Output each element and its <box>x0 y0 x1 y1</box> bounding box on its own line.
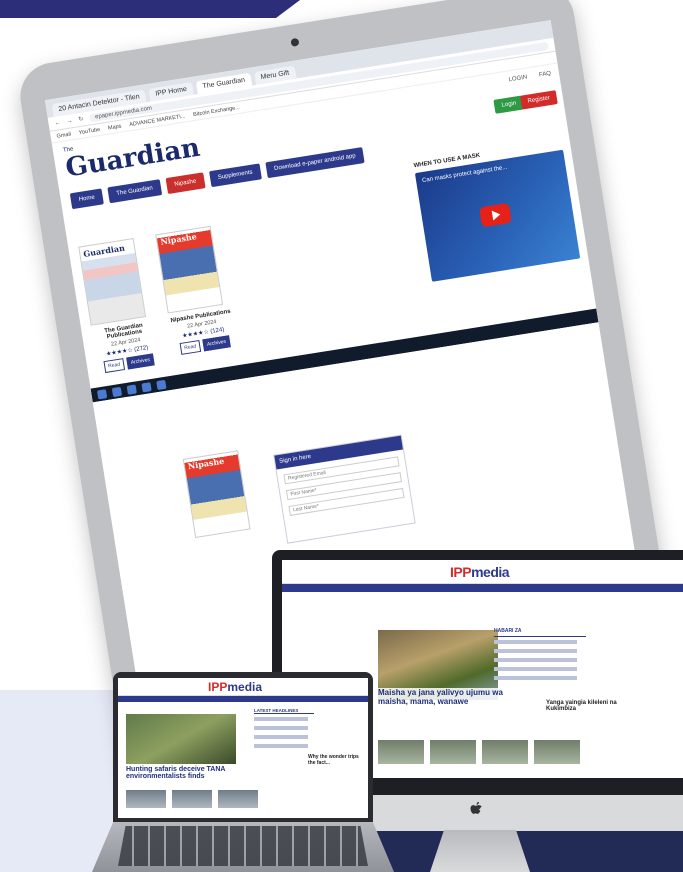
sign-in-panel: Sign in here Registered Email First Name… <box>273 434 416 544</box>
list-item[interactable] <box>494 667 577 671</box>
logo-part: IPP <box>208 680 228 694</box>
archives-button[interactable]: Archives <box>202 335 231 352</box>
publication-card: Guardian The Guardian Publications 22 Ap… <box>78 237 161 374</box>
nav-supplements[interactable]: Supplements <box>208 163 262 188</box>
cover-masthead: Guardian <box>82 242 126 259</box>
side-news-list: LATEST HEADLINES <box>254 708 314 753</box>
play-icon[interactable] <box>479 202 512 228</box>
ipp-logo[interactable]: IPPmedia <box>208 680 262 694</box>
side-news-list: HABARI ZA <box>494 628 586 685</box>
back-icon[interactable]: ← <box>54 120 61 127</box>
news-thumbnails <box>126 790 258 808</box>
top-banner-strip <box>0 0 300 18</box>
publications-list: Guardian The Guardian Publications 22 Ap… <box>78 225 238 375</box>
logo-part: media <box>471 564 510 580</box>
list-item[interactable] <box>254 735 308 739</box>
header-link-login[interactable]: LOGIN <box>508 74 527 83</box>
thumbnail[interactable] <box>534 740 580 764</box>
newspaper-cover[interactable]: Nipashe <box>182 450 251 539</box>
cover-masthead: Nipashe <box>159 231 198 247</box>
cover-masthead: Nipashe <box>187 455 225 472</box>
reload-icon[interactable]: ↻ <box>78 115 84 123</box>
header-links: LOGIN FAQ <box>508 71 551 84</box>
video-player[interactable]: Can masks protect against the... <box>414 149 581 282</box>
monitor-stand <box>430 830 530 872</box>
list-item[interactable] <box>254 717 308 721</box>
read-button[interactable]: Read <box>179 339 202 355</box>
ipp-nav[interactable] <box>282 584 683 592</box>
nav-home[interactable]: Home <box>69 188 104 210</box>
mail-icon[interactable] <box>156 379 167 390</box>
apple-logo-icon <box>470 801 482 814</box>
thumbnail[interactable] <box>430 740 476 764</box>
feature-headline[interactable]: Why the wonder trips the fact... <box>308 754 364 766</box>
list-item[interactable] <box>494 658 577 662</box>
logo-part: media <box>227 680 263 694</box>
hero-headline[interactable]: Maisha ya jana yalivyo ujumu wa maisha, … <box>378 688 508 706</box>
publication-card: Nipashe Nipashe Publications 22 Apr 2024… <box>155 225 238 362</box>
newspaper-cover[interactable]: Nipashe <box>155 225 224 314</box>
bookmark[interactable]: Maps <box>108 123 122 131</box>
news-thumbnails <box>378 740 580 764</box>
bookmark[interactable]: YouTube <box>78 126 100 135</box>
start-icon[interactable] <box>96 388 108 399</box>
forward-icon[interactable]: → <box>66 118 73 125</box>
thumbnail[interactable] <box>378 740 424 764</box>
folder-icon[interactable] <box>126 383 137 395</box>
logo-part: IPP <box>450 564 472 580</box>
list-item[interactable] <box>494 640 577 644</box>
thumbnail[interactable] <box>172 790 212 808</box>
nav-nipashe[interactable]: Nipashe <box>165 172 206 195</box>
nav-the-guardian[interactable]: The Guardian <box>107 179 162 204</box>
hero-image[interactable] <box>126 714 236 764</box>
thumbnail[interactable] <box>482 740 528 764</box>
list-item[interactable] <box>494 676 577 680</box>
search-icon[interactable] <box>111 386 123 397</box>
archives-button[interactable]: Archives <box>126 353 155 370</box>
bookmark[interactable]: Gmail <box>56 131 71 139</box>
read-button[interactable]: Read <box>103 358 125 374</box>
side-heading: LATEST HEADLINES <box>254 708 314 714</box>
list-item[interactable] <box>254 726 308 730</box>
header-link-faq[interactable]: FAQ <box>539 71 552 79</box>
keyboard <box>118 826 368 866</box>
list-item[interactable] <box>254 744 308 748</box>
thumbnail[interactable] <box>218 790 258 808</box>
laptop-site-nav[interactable] <box>118 696 368 702</box>
product-mockup: 20 Antacin Detektor - Tilen IPP Home The… <box>0 0 683 872</box>
feature-headline[interactable]: Yanga yaingia kileleni na Kukimbiza <box>546 700 626 712</box>
browser-icon[interactable] <box>141 381 152 392</box>
ipp-logo[interactable]: IPPmedia <box>450 564 510 580</box>
video-widget: WHEN TO USE A MASK Can masks protect aga… <box>413 140 581 282</box>
laptop-site-header: IPPmedia <box>118 678 368 696</box>
laptop-screen: IPPmedia Hunting safaris deceive TANA en… <box>118 678 368 818</box>
camera-icon <box>290 37 300 47</box>
left-decor-panel <box>0 690 120 872</box>
hero-headline[interactable]: Hunting safaris deceive TANA environment… <box>126 766 246 780</box>
list-item[interactable] <box>494 649 577 653</box>
side-heading: HABARI ZA <box>494 628 586 637</box>
thumbnail[interactable] <box>126 790 166 808</box>
ipp-header: IPPmedia <box>282 560 683 584</box>
register-button[interactable]: Register <box>519 90 558 110</box>
newspaper-cover[interactable]: Guardian <box>78 237 147 326</box>
